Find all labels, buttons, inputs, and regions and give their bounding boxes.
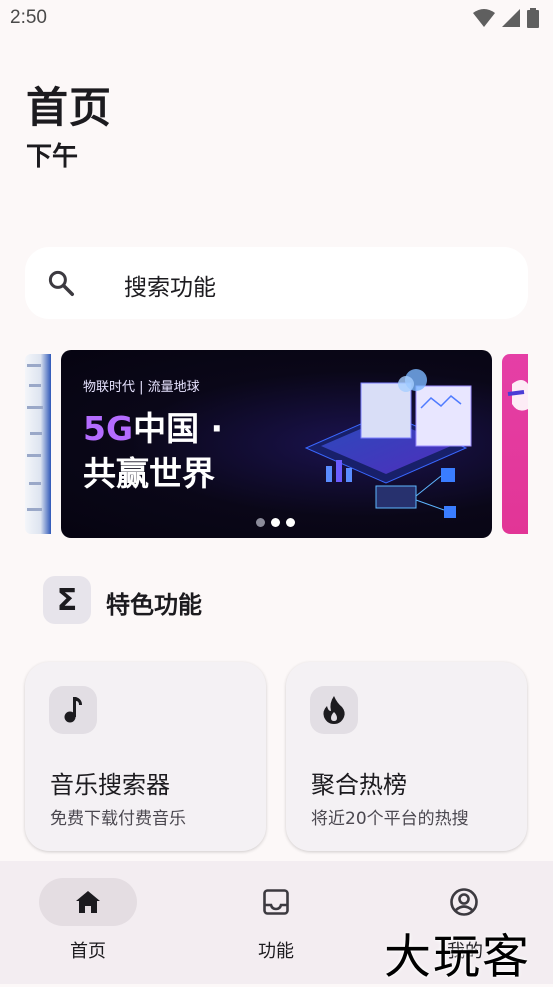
- music-note-icon: [64, 697, 82, 723]
- status-bar: 2:50: [0, 0, 553, 38]
- nav-label: 功能: [258, 941, 294, 962]
- card-icon-container: [49, 686, 97, 734]
- search-label[interactable]: 搜索功能: [124, 268, 216, 302]
- banner-headline: 5G中国 ·: [83, 402, 223, 450]
- banner-headline-cn: 中国 ·: [133, 409, 224, 448]
- search-icon[interactable]: [46, 268, 76, 298]
- carousel-dot-active[interactable]: [271, 518, 280, 527]
- nav-label: 首页: [70, 941, 106, 962]
- home-icon: [76, 891, 100, 913]
- signal-icon: [502, 9, 520, 27]
- banner-slide[interactable]: 物联时代 | 流量地球 5G中国 · 共赢世界: [61, 350, 492, 538]
- banner-previous-peek[interactable]: [25, 354, 51, 534]
- card-icon-container: [310, 686, 358, 734]
- watermark: 大玩客: [384, 930, 531, 985]
- carousel-dot[interactable]: [256, 518, 265, 527]
- page-title: 首页: [26, 83, 113, 132]
- card-title: 音乐搜索器: [50, 771, 170, 799]
- page-subtitle: 下午: [26, 142, 79, 172]
- banner-headline-line2: 共赢世界: [83, 454, 215, 493]
- carousel-dot[interactable]: [286, 518, 295, 527]
- banner-illustration: [304, 369, 472, 518]
- sigma-icon: Σ: [43, 576, 91, 624]
- card-description: 免费下载付费音乐: [50, 809, 186, 829]
- wifi-icon: [473, 9, 495, 27]
- card-music-search[interactable]: 音乐搜索器 免费下载付费音乐: [25, 662, 266, 851]
- section-title: 特色功能: [106, 591, 202, 619]
- card-title: 聚合热榜: [311, 771, 407, 799]
- status-icons: [473, 8, 539, 28]
- battery-icon: [527, 8, 539, 28]
- fire-icon: [323, 696, 345, 724]
- status-time: 2:50: [10, 7, 47, 28]
- card-description: 将近20个平台的热搜: [311, 809, 469, 829]
- nav-item-functions[interactable]: 功能: [184, 861, 368, 984]
- card-hot-list[interactable]: 聚合热榜 将近20个平台的热搜: [286, 662, 527, 851]
- inbox-icon: [263, 889, 289, 915]
- account-circle-icon: [450, 888, 478, 916]
- banner-headline-prefix: 5G: [83, 409, 134, 448]
- banner-tagline: 物联时代 | 流量地球: [83, 380, 200, 395]
- carousel-indicator[interactable]: [256, 518, 295, 527]
- search-bar[interactable]: [25, 247, 528, 319]
- banner-next-peek[interactable]: [502, 354, 528, 534]
- nav-item-home[interactable]: 首页: [0, 861, 184, 984]
